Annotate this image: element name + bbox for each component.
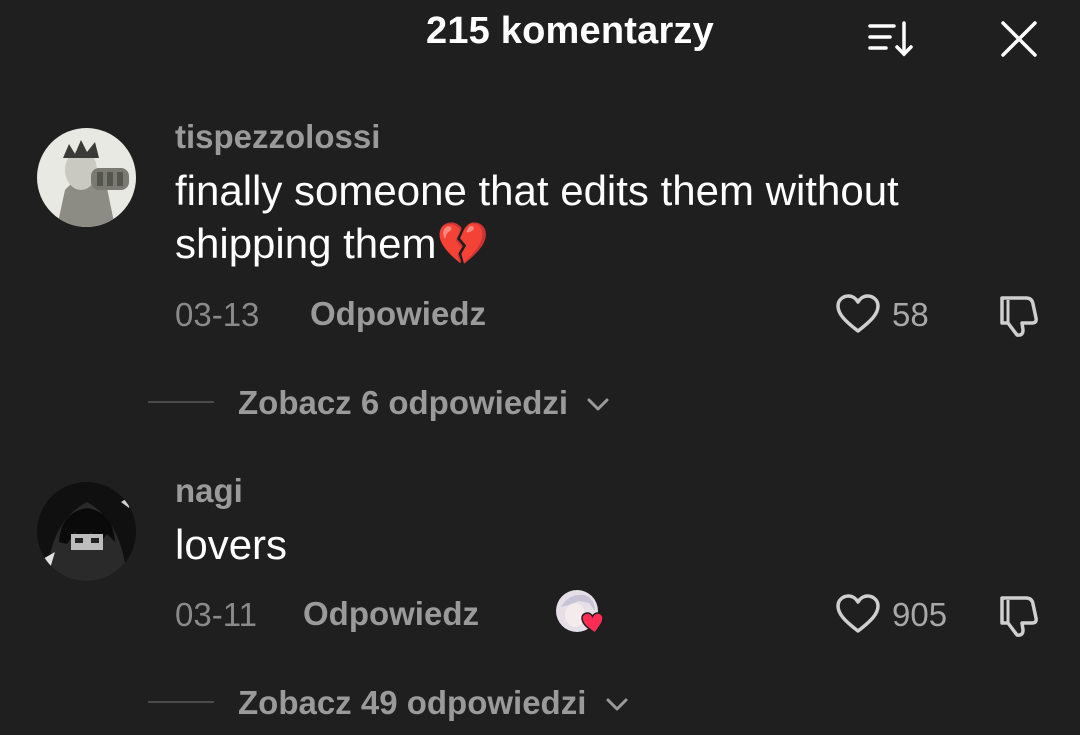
like-count: 905 [892, 596, 948, 633]
close-icon[interactable] [998, 18, 1040, 60]
avatar[interactable] [37, 482, 136, 581]
like-count: 58 [892, 296, 929, 333]
chevron-down-icon [606, 698, 628, 711]
reply-button[interactable]: Odpowiedz [303, 595, 479, 633]
dislike-icon[interactable] [996, 292, 1042, 338]
view-replies-label: Zobacz 49 odpowiedzi [238, 684, 587, 721]
comment-text: lovers [175, 521, 288, 568]
view-replies-label: Zobacz 6 odpowiedzi [238, 384, 569, 421]
creator-liked-badge [555, 589, 604, 635]
avatar[interactable] [37, 128, 136, 227]
comment-username[interactable]: tispezzolossi [175, 118, 380, 156]
chevron-down-icon [587, 398, 609, 411]
dislike-icon[interactable] [996, 592, 1042, 638]
sort-icon[interactable] [866, 18, 918, 60]
comment-username[interactable]: nagi [175, 472, 243, 510]
heart-icon[interactable] [835, 293, 881, 335]
comment-date: 03-13 [175, 296, 260, 333]
comments-count-title: 215 komentarzy [426, 10, 714, 52]
view-replies-button[interactable]: Zobacz 49 odpowiedzi [238, 684, 628, 722]
comment-text: finally someone that edits them without … [175, 167, 899, 267]
replies-divider [148, 701, 214, 703]
view-replies-button[interactable]: Zobacz 6 odpowiedzi [238, 384, 609, 422]
comment-date: 03-11 [175, 596, 257, 633]
reply-button[interactable]: Odpowiedz [310, 295, 486, 333]
heart-icon[interactable] [835, 593, 881, 635]
replies-divider [148, 401, 214, 403]
